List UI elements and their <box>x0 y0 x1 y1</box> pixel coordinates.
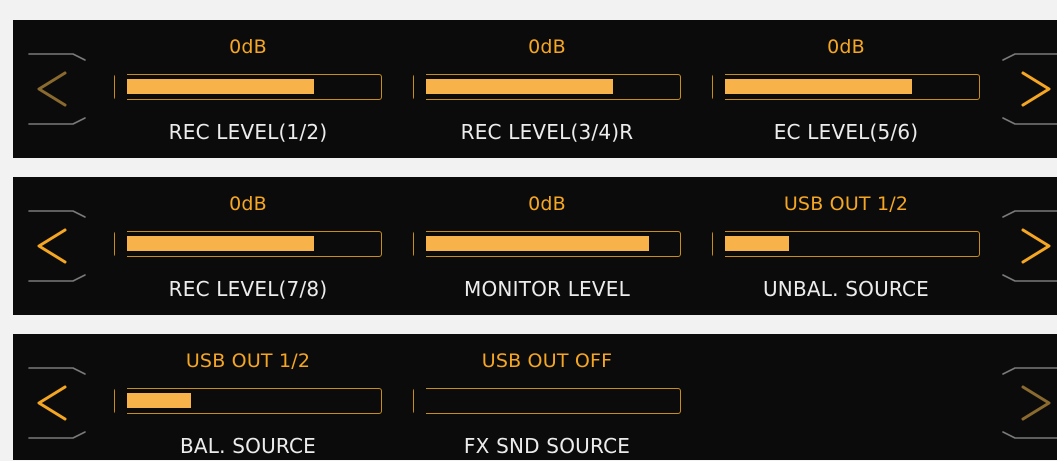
chevron-left-icon <box>28 210 86 282</box>
slot-label: BAL. SOURCE <box>179 434 317 458</box>
slot-value: 0dB <box>827 36 865 58</box>
chevron-right-icon <box>1002 210 1057 282</box>
level-meter[interactable] <box>114 230 382 258</box>
chevron-left-icon <box>28 367 86 439</box>
slot-label: UNBAL. SOURCE <box>762 277 930 301</box>
level-meter[interactable] <box>712 230 980 258</box>
level-meter[interactable] <box>413 73 681 101</box>
chevron-left-icon <box>28 53 86 125</box>
level-meter[interactable] <box>114 73 382 101</box>
slot-value: 0dB <box>229 193 267 215</box>
next-page-button[interactable] <box>1001 52 1057 126</box>
level-meter[interactable] <box>712 73 980 101</box>
slot-label: FX SND SOURCE <box>463 434 631 458</box>
control-row-3: USB OUT 1/2 BAL. SOURCE USB OUT OFF FX S… <box>13 334 1057 460</box>
meter-fill <box>717 236 789 251</box>
slot-value: 0dB <box>229 36 267 58</box>
prev-page-button[interactable] <box>25 52 87 126</box>
chevron-right-icon <box>1002 367 1057 439</box>
slot-label: REC LEVEL(1/2) <box>168 120 328 144</box>
slot-value: USB OUT 1/2 <box>783 193 909 215</box>
slot-value: 0dB <box>528 193 566 215</box>
meter-fill <box>717 79 912 94</box>
next-page-button[interactable] <box>1001 209 1057 283</box>
chevron-right-icon <box>1002 53 1057 125</box>
slot-value: USB OUT 1/2 <box>185 350 311 372</box>
level-meter[interactable] <box>413 230 681 258</box>
meter-fill <box>119 236 314 251</box>
level-meter[interactable] <box>413 387 681 415</box>
prev-page-button[interactable] <box>25 366 87 440</box>
slot-label: REC LEVEL(3/4)R <box>460 120 634 144</box>
meter-fill <box>119 79 314 94</box>
meter-fill <box>119 393 191 408</box>
level-meter[interactable] <box>114 387 382 415</box>
prev-page-button[interactable] <box>25 209 87 283</box>
slot-label: EC LEVEL(5/6) <box>773 120 919 144</box>
meter-fill <box>418 236 649 251</box>
slot-label: REC LEVEL(7/8) <box>168 277 328 301</box>
slot-value: 0dB <box>528 36 566 58</box>
control-row-2: 0dB REC LEVEL(7/8) 0dB MONITOR LEVEL USB… <box>13 177 1057 315</box>
next-page-button[interactable] <box>1001 366 1057 440</box>
control-row-1: 0dB REC LEVEL(1/2) 0dB REC LEVEL(3/4)R 0… <box>13 20 1057 158</box>
meter-fill <box>418 79 613 94</box>
slot-label: MONITOR LEVEL <box>464 277 630 301</box>
slot-value: USB OUT OFF <box>481 350 613 372</box>
